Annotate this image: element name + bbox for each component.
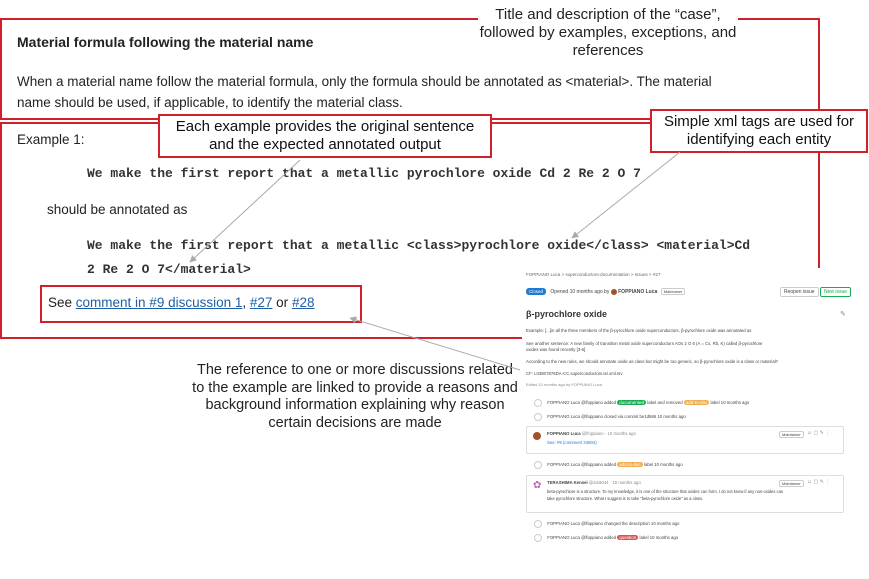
event-labels: FOPPIANO Luca @lfoppiano added documente…	[534, 399, 749, 407]
issue-title: β-pyrochlore oxide	[526, 309, 608, 319]
another-text-2: oxides was found recently [3-6].	[526, 347, 587, 352]
cf-text: CF: L03807876DA-CC.superconductors.tei.x…	[526, 371, 623, 376]
comment2-body-1: beta-pyrochlore is a structure. To my kn…	[547, 489, 784, 494]
event3-text-2: label 10 months ago	[643, 462, 683, 468]
event-closed-text: FOPPIANO Luca @lfoppiano closed via comm…	[547, 414, 686, 420]
event-add-to-doc: FOPPIANO Luca @lfoppiano added add-to-do…	[534, 461, 683, 469]
comment-card-1: FOPPIANO Luca @lfoppiano · 10 months ago…	[526, 426, 844, 454]
breadcrumb: FOPPIANO Luca > superconductors-document…	[526, 272, 661, 277]
edit-event-icon	[534, 520, 542, 528]
another-text: See another sentence: A new family of tr…	[526, 341, 763, 346]
issue-screenshot: FOPPIANO Luca > superconductors-document…	[522, 268, 862, 568]
event-text: FOPPIANO Luca @lfoppiano added	[547, 400, 617, 406]
comment-actions[interactable]: ☺ ▢ ✎ ⋮	[807, 430, 830, 436]
event-text-2: label and removed	[647, 400, 683, 406]
label-icon	[534, 399, 542, 407]
event6-text-2: label 10 months ago	[639, 535, 679, 541]
opened-text: Opened 10 months ago by	[550, 289, 610, 295]
comment-card-2: ✿ TERASHIMA Kensei @ai18044 · 10 months …	[526, 475, 844, 513]
comment2-actions[interactable]: ☺ ▢ ✎ ⋮	[807, 479, 830, 485]
example-text: Example: [...]in all the three members o…	[526, 328, 752, 333]
documented-label: documented	[617, 400, 647, 406]
author-avatar	[610, 288, 617, 295]
edited-text: Edited 10 months ago by FOPPIANO Luca	[526, 382, 602, 387]
event3-text: FOPPIANO Luca @lfoppiano added	[547, 462, 617, 468]
event-closed: FOPPIANO Luca @lfoppiano closed via comm…	[534, 413, 686, 421]
reopen-issue-button[interactable]: Reopen issue	[780, 287, 819, 297]
status-badge: Closed	[526, 288, 547, 295]
add-to-doc-label-2: add-to-doc	[617, 462, 643, 468]
comment-avatar	[533, 432, 541, 440]
event5-text: FOPPIANO Luca @lfoppiano changed the des…	[547, 521, 680, 527]
label-icon-3	[534, 534, 542, 542]
event6-text: FOPPIANO Luca @lfoppiano added	[547, 535, 617, 541]
comment-body: See: #9 (comment 34804)	[547, 440, 597, 445]
edit-icon[interactable]: ✎	[840, 310, 846, 318]
arrow-xml-to-class	[571, 151, 681, 239]
comment-avatar-2: ✿	[533, 480, 542, 491]
new-issue-button[interactable]: New issue	[820, 287, 852, 297]
comment-author: FOPPIANO Luca @lfoppiano · 10 months ago	[547, 431, 636, 436]
comment-role: Maintainer	[779, 431, 804, 438]
author-name: FOPPIANO Luca	[618, 289, 658, 295]
label-icon-2	[534, 461, 542, 469]
event-text-3: label 10 months ago	[710, 400, 750, 406]
event-question: FOPPIANO Luca @lfoppiano added question …	[534, 534, 678, 542]
event-description: FOPPIANO Luca @lfoppiano changed the des…	[534, 520, 679, 528]
author-role: Maintainer	[660, 288, 686, 295]
issue-header: Closed Opened 10 months ago by FOPPIANO …	[526, 288, 686, 295]
arrow-reference	[349, 316, 521, 371]
add-to-doc-label: add-to-doc	[683, 400, 710, 406]
comment2-role: Maintainer	[779, 480, 804, 487]
rules-text: According to the new rules, we should an…	[526, 359, 779, 364]
question-label: question	[617, 535, 639, 541]
comment2-author: TERASHIMA Kensei @ai18044 · 10 months ag…	[547, 480, 641, 485]
arrow-example-to-annotated	[189, 159, 301, 263]
closed-icon	[534, 413, 542, 421]
comment2-body-2: take pyrochlore structure. What I sugges…	[547, 496, 704, 501]
